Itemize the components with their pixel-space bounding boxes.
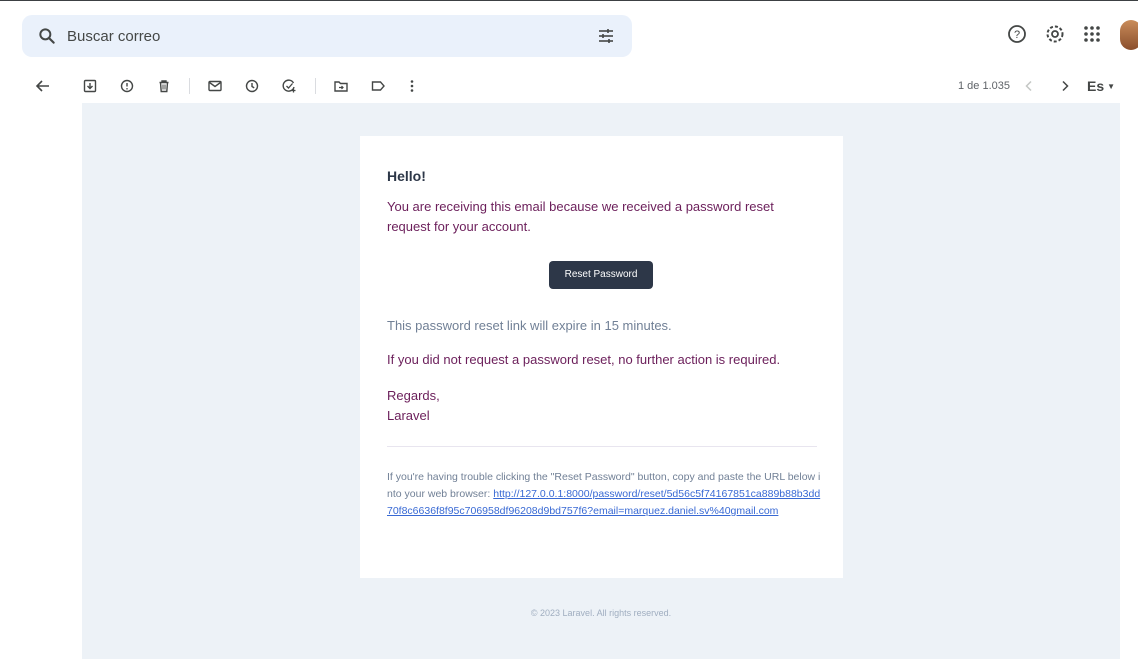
archive-icon[interactable] bbox=[82, 78, 98, 94]
report-spam-icon[interactable] bbox=[119, 78, 135, 94]
message-toolbar: 1 de 1.035 Es ▼ bbox=[0, 74, 1138, 100]
input-tools-selector[interactable]: Es ▼ bbox=[1087, 78, 1115, 94]
sender-name: Laravel bbox=[387, 408, 430, 423]
greeting: Hello! bbox=[387, 168, 426, 184]
pagination-count: 1 de 1.035 bbox=[958, 80, 1010, 92]
divider bbox=[387, 446, 817, 447]
settings-icon[interactable] bbox=[1045, 24, 1065, 49]
avatar[interactable] bbox=[1120, 20, 1138, 50]
reset-password-button[interactable]: Reset Password bbox=[549, 261, 653, 289]
label-icon[interactable] bbox=[370, 78, 386, 94]
email-card: Hello! You are receiving this email beca… bbox=[360, 136, 843, 578]
chevron-down-icon: ▼ bbox=[1107, 82, 1116, 91]
search-bar[interactable]: Buscar correo bbox=[22, 15, 632, 57]
newer-chevron-icon[interactable] bbox=[1021, 78, 1037, 94]
add-task-icon[interactable] bbox=[281, 78, 297, 94]
no-action-text: If you did not request a password reset,… bbox=[387, 352, 781, 367]
signature: Regards, Laravel bbox=[387, 386, 440, 426]
toolbar-divider bbox=[189, 78, 190, 94]
email-footer: © 2023 Laravel. All rights reserved. bbox=[530, 608, 672, 618]
snooze-icon[interactable] bbox=[244, 78, 260, 94]
back-arrow-icon[interactable] bbox=[35, 78, 51, 94]
expire-text: This password reset link will expire in … bbox=[387, 318, 672, 333]
toolbar-divider bbox=[315, 78, 316, 94]
search-options-icon[interactable] bbox=[597, 27, 615, 45]
help-icon[interactable]: ? bbox=[1007, 24, 1027, 49]
intro-text: You are receiving this email because we … bbox=[387, 199, 774, 234]
mark-unread-icon[interactable] bbox=[207, 78, 223, 94]
trouble-text: If you're having trouble clicking the "R… bbox=[387, 469, 822, 520]
older-chevron-icon[interactable] bbox=[1057, 78, 1073, 94]
search-icon[interactable] bbox=[37, 26, 57, 46]
regards-text: Regards, bbox=[387, 388, 440, 403]
delete-icon[interactable] bbox=[156, 78, 172, 94]
apps-icon[interactable] bbox=[1082, 24, 1102, 49]
more-options-icon[interactable] bbox=[404, 78, 420, 94]
search-input[interactable]: Buscar correo bbox=[67, 28, 160, 45]
input-tools-label: Es bbox=[1087, 78, 1105, 94]
svg-text:?: ? bbox=[1014, 29, 1020, 41]
email-body: Hello! You are receiving this email beca… bbox=[82, 103, 1120, 659]
top-border bbox=[0, 0, 1138, 1]
move-to-icon[interactable] bbox=[333, 78, 349, 94]
